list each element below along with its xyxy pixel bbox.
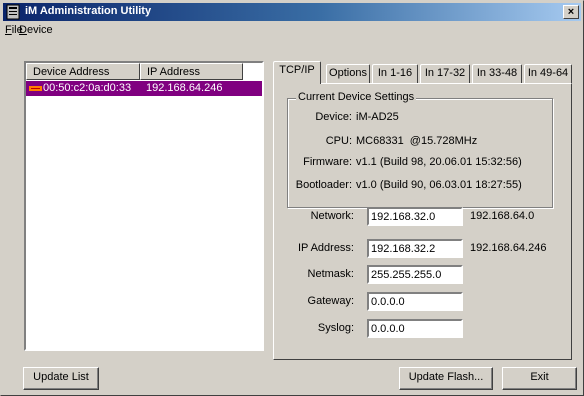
device-row[interactable]: 00:50:c2:0a:d0:33 192.168.64.246 — [26, 81, 262, 96]
device-mac: 00:50:c2:0a:d0:33 — [43, 82, 132, 94]
network-label: Network: — [310, 210, 354, 222]
column-header-ip-address[interactable]: IP Address — [140, 63, 243, 80]
device-value: iM-AD25 — [356, 111, 399, 123]
tab-in-49-64[interactable]: In 49-64 — [524, 64, 572, 83]
menu-bar: File Device — [3, 22, 581, 40]
tab-options[interactable]: Options — [326, 64, 370, 83]
ip-address-field[interactable]: 192.168.32.2 — [367, 239, 463, 258]
app-icon — [6, 4, 20, 20]
network-field[interactable]: 192.168.32.0 — [367, 207, 463, 226]
syslog-label: Syslog: — [317, 322, 354, 334]
app-window: iM Administration Utility × File Device … — [0, 0, 584, 396]
device-label: Device: — [315, 111, 352, 123]
tab-tcpip[interactable]: TCP/IP — [273, 61, 321, 84]
device-icon — [29, 86, 42, 91]
netmask-label: Netmask: — [307, 268, 354, 280]
update-flash-button[interactable]: Update Flash... — [399, 367, 493, 390]
update-list-button[interactable]: Update List — [23, 367, 99, 390]
close-button[interactable]: × — [563, 5, 579, 19]
tab-in-17-32[interactable]: In 17-32 — [420, 64, 470, 83]
syslog-field[interactable]: 0.0.0.0 — [367, 319, 463, 338]
column-header-device-address[interactable]: Device Address — [26, 63, 140, 80]
firmware-value: v1.1 (Build 98, 20.06.01 15:32:56) — [356, 156, 522, 168]
tab-in-1-16[interactable]: In 1-16 — [372, 64, 418, 83]
netmask-field[interactable]: 255.255.255.0 — [367, 265, 463, 284]
network-current: 192.168.64.0 — [470, 210, 535, 222]
cpu-value: MC68331 @15.728MHz — [356, 135, 478, 147]
ip-address-current: 192.168.64.246 — [470, 242, 547, 254]
gateway-field[interactable]: 0.0.0.0 — [367, 292, 463, 311]
firmware-label: Firmware: — [303, 156, 352, 168]
menu-device-label: evice — [26, 24, 53, 36]
ip-address-label: IP Address: — [297, 242, 354, 254]
device-ip: 192.168.64.246 — [146, 82, 223, 94]
cpu-label: CPU: — [325, 135, 352, 147]
settings-tabs: TCP/IP Options In 1-16 In 17-32 In 33-48… — [273, 61, 573, 361]
group-title: Current Device Settings — [296, 91, 417, 103]
device-list[interactable]: Device Address IP Address 00:50:c2:0a:d0… — [24, 61, 264, 351]
window-title: iM Administration Utility — [25, 5, 152, 17]
bootloader-label: Bootloader: — [295, 179, 352, 191]
tab-in-33-48[interactable]: In 33-48 — [472, 64, 522, 83]
tcpip-panel: Current Device Settings Device: iM-AD25 … — [273, 83, 572, 360]
exit-button[interactable]: Exit — [502, 367, 577, 390]
gateway-label: Gateway: — [307, 295, 354, 307]
menu-device[interactable]: Device — [19, 24, 53, 36]
title-bar[interactable]: iM Administration Utility × — [3, 3, 581, 21]
current-settings-group: Current Device Settings Device: iM-AD25 … — [287, 91, 553, 208]
bootloader-value: v1.0 (Build 90, 06.03.01 18:27:55) — [356, 179, 522, 191]
